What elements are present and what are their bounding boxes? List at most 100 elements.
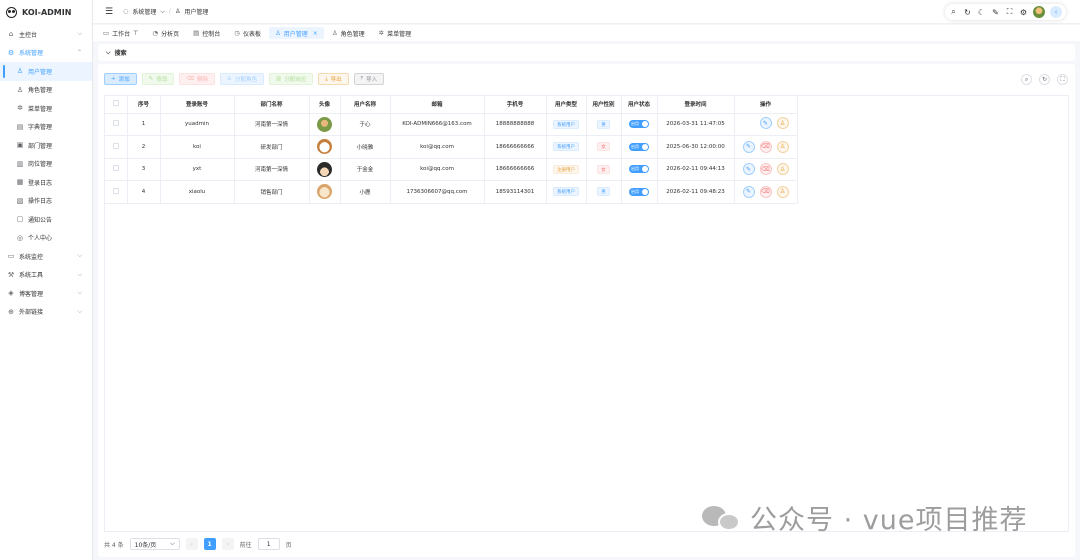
row-checkbox[interactable] bbox=[112, 165, 119, 172]
assign-user-icon[interactable]: ♙ bbox=[776, 117, 789, 130]
cell-dept: 销售部门 bbox=[234, 180, 310, 204]
sidebar-item-login-log[interactable]: ▦ 登录日志 bbox=[0, 173, 92, 192]
edit-icon[interactable]: ✎ bbox=[742, 185, 755, 198]
sidebar-item-menus[interactable]: ✲ 菜单管理 bbox=[0, 99, 92, 118]
chevron-down-icon: ⌵ bbox=[77, 289, 82, 297]
sidebar-item-notice[interactable]: ▢ 通知公告 bbox=[0, 210, 92, 229]
status-toggle[interactable]: 启用 bbox=[629, 187, 649, 196]
tab-label: 工作台 bbox=[112, 30, 131, 38]
tab-roles[interactable]: ♙ 角色管理 bbox=[326, 27, 371, 39]
sidebar-item-dept[interactable]: ▣ 部门管理 bbox=[0, 136, 92, 155]
status-toggle[interactable]: 启用 bbox=[629, 142, 649, 151]
cell-index: 2 bbox=[127, 135, 161, 159]
close-icon[interactable]: × bbox=[313, 30, 318, 37]
sidebar-item-op-log[interactable]: ▧ 操作日志 bbox=[0, 192, 92, 211]
collapse-menu-icon[interactable]: ☰ bbox=[105, 7, 113, 17]
trash-icon[interactable]: ⌫ bbox=[759, 140, 772, 153]
theme-icon[interactable]: ✎ bbox=[991, 8, 1000, 17]
export-button[interactable]: ⤓ 导出 bbox=[318, 73, 349, 85]
edit-button[interactable]: ✎ 修改 bbox=[141, 73, 175, 85]
tab-label: 角色管理 bbox=[340, 30, 365, 38]
sidebar-item-tools[interactable]: ⚒ 系统工具 ⌵ bbox=[0, 266, 92, 285]
goto-label: 前往 bbox=[239, 541, 252, 549]
assign-role-button[interactable]: ♙ 分配角色 bbox=[220, 73, 264, 85]
edit-icon[interactable]: ✎ bbox=[759, 117, 772, 130]
refresh-icon[interactable]: ↻ bbox=[1039, 74, 1050, 85]
next-page-button[interactable]: › bbox=[221, 538, 234, 550]
sidebar-item-label: 登录日志 bbox=[28, 179, 53, 187]
dark-mode-icon[interactable]: ☾ bbox=[977, 8, 986, 17]
edit-icon[interactable]: ✎ bbox=[742, 163, 755, 176]
goto-page-input[interactable]: 1 bbox=[257, 538, 280, 550]
table-row[interactable]: 4 xiaolu 销售部门 小鹿 1736306607@qq.com 18593… bbox=[105, 180, 798, 204]
table-tools: ⌕ ↻ ⛶ bbox=[1021, 74, 1068, 85]
avatar[interactable] bbox=[317, 184, 332, 200]
trash-icon[interactable]: ⌫ bbox=[759, 163, 772, 176]
settings-icon[interactable]: ⚙ bbox=[1019, 8, 1028, 17]
avatar[interactable] bbox=[317, 116, 332, 132]
trash-icon[interactable]: ⌫ bbox=[759, 185, 772, 198]
sidebar-item-roles[interactable]: ♙ 角色管理 bbox=[0, 81, 92, 100]
import-button[interactable]: ⤒ 导入 bbox=[353, 73, 385, 85]
table-row[interactable]: 3 yxt 河南第一深情 于金金 koi@qq.com 18666666666 … bbox=[105, 158, 798, 181]
sidebar-item-monitor[interactable]: ▭ 系统监控 ⌵ bbox=[0, 247, 92, 266]
status-toggle[interactable]: 启用 bbox=[629, 120, 649, 129]
assign-user-icon[interactable]: ♙ bbox=[776, 163, 789, 176]
tab-dashboard[interactable]: ◷ 仪表板 bbox=[228, 27, 267, 39]
sidebar-item-links[interactable]: ⊕ 外部链接 ⌵ bbox=[0, 303, 92, 322]
table-row[interactable]: 1 yuadmin 河南第一深情 于心 KOI-ADMIN666@163.com… bbox=[105, 113, 798, 136]
search-toggle-icon[interactable]: ⌕ bbox=[1021, 74, 1032, 85]
status-toggle[interactable]: 启用 bbox=[629, 165, 649, 174]
user-icon: ♙ bbox=[16, 67, 24, 76]
sidebar-item-post[interactable]: ▥ 岗位管理 bbox=[0, 155, 92, 174]
assign-user-icon[interactable]: ♙ bbox=[776, 140, 789, 153]
tab-users[interactable]: ♙ 用户管理 × bbox=[268, 27, 324, 39]
refresh-icon[interactable]: ↻ bbox=[963, 8, 972, 17]
row-checkbox[interactable] bbox=[112, 120, 119, 127]
assign-user-icon[interactable]: ♙ bbox=[776, 185, 789, 198]
tools-icon: ⚒ bbox=[7, 270, 15, 279]
column-settings-icon[interactable]: ⛶ bbox=[1057, 74, 1068, 85]
avatar[interactable] bbox=[317, 139, 332, 155]
checkbox[interactable] bbox=[112, 100, 119, 107]
search-icon[interactable]: ⌕ bbox=[949, 7, 958, 17]
tab-workbench[interactable]: ▭ 工作台 ⊤ bbox=[97, 27, 144, 39]
column-header: 部门名称 bbox=[234, 96, 310, 114]
header-select-all[interactable] bbox=[105, 96, 128, 114]
dept-icon: ▣ bbox=[16, 141, 24, 150]
page-number-current[interactable]: 1 bbox=[203, 538, 216, 550]
tab-menus[interactable]: ✲ 菜单管理 bbox=[373, 27, 417, 39]
cell-email: koi@qq.com bbox=[390, 135, 485, 159]
app-logo[interactable]: KOI-ADMIN bbox=[0, 0, 92, 24]
page-size-select[interactable]: 10条/页 ⌵ bbox=[129, 538, 180, 550]
sidebar-item-profile[interactable]: ◎ 个人中心 bbox=[0, 229, 92, 248]
sidebar-item-dashboard[interactable]: ⌂ 主控台 ⌵ bbox=[0, 25, 92, 44]
tab-analysis[interactable]: ◔ 分析页 bbox=[146, 27, 185, 39]
sidebar: KOI-ADMIN ⌂ 主控台 ⌵ ⚙ 系统管理 ⌃ ♙ 用户管理 ♙ 角色管理 ✲ 菜单管理… bbox=[0, 0, 93, 560]
gender-tag: 男 bbox=[597, 119, 610, 129]
fullscreen-icon[interactable]: ⛶ bbox=[1005, 7, 1014, 17]
delete-button[interactable]: ⌫ 删除 bbox=[179, 73, 216, 85]
sidebar-item-blog[interactable]: ◈ 博客管理 ⌵ bbox=[0, 284, 92, 303]
cell-account: yxt bbox=[160, 158, 235, 181]
assign-post-button[interactable]: ▥ 分配岗位 bbox=[269, 73, 314, 85]
sidebar-item-dict[interactable]: ▤ 字典管理 bbox=[0, 118, 92, 137]
prev-page-button[interactable]: ‹ bbox=[185, 538, 198, 550]
breadcrumb-item-system[interactable]: 系统管理 bbox=[132, 7, 156, 16]
sidebar-menu: ⌂ 主控台 ⌵ ⚙ 系统管理 ⌃ ♙ 用户管理 ♙ 角色管理 ✲ 菜单管理 ▤ 字典管理 ▣ 部门… bbox=[0, 24, 92, 321]
add-button[interactable]: + 添加 bbox=[104, 73, 137, 85]
plus-icon: + bbox=[111, 76, 116, 82]
row-checkbox[interactable] bbox=[112, 142, 119, 149]
tab-label: 用户管理 bbox=[283, 30, 308, 38]
avatar[interactable] bbox=[317, 161, 332, 177]
role-icon: ♙ bbox=[227, 76, 232, 82]
avatar[interactable] bbox=[1033, 6, 1045, 18]
table-row[interactable]: 2 koi 研发部门 小晓雅 koi@qq.com 18666666666 系统… bbox=[105, 135, 798, 159]
row-checkbox[interactable] bbox=[112, 187, 119, 194]
search-panel[interactable]: ⌵ 搜索 bbox=[98, 44, 1075, 61]
edit-icon[interactable]: ✎ bbox=[742, 140, 755, 153]
sidebar-item-users[interactable]: ♙ 用户管理 bbox=[0, 62, 92, 81]
sidebar-item-system[interactable]: ⚙ 系统管理 ⌃ bbox=[0, 44, 92, 63]
tab-console[interactable]: ▤ 控制台 bbox=[187, 27, 226, 39]
chevron-left-icon[interactable]: ‹ bbox=[1050, 6, 1062, 18]
